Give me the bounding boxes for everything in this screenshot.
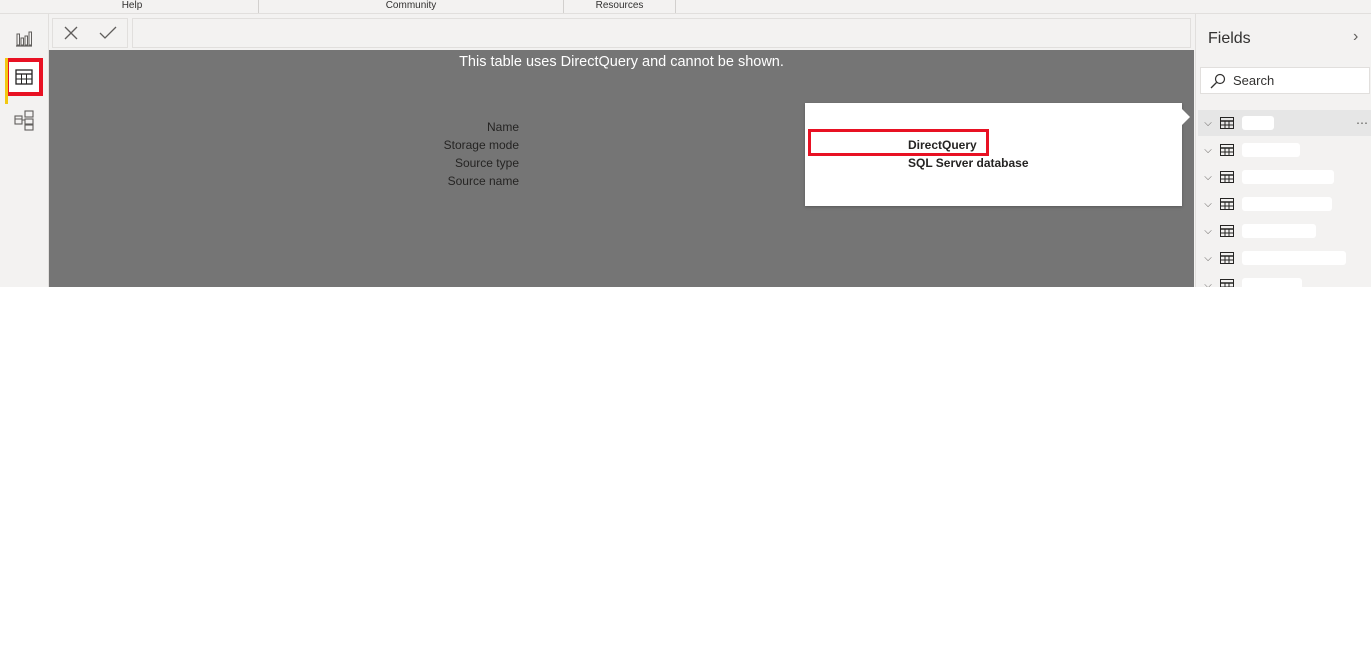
field-table-row[interactable]: ⌵ ⋯ <box>1198 110 1371 136</box>
chevron-down-icon[interactable]: ⌵ <box>1200 226 1216 237</box>
check-icon[interactable] <box>99 26 117 40</box>
ribbon-group-help: Help <box>6 0 259 13</box>
table-name <box>1242 197 1332 211</box>
table-name <box>1242 143 1300 157</box>
table-icon <box>1220 171 1234 183</box>
field-table-row[interactable]: ⌵ <box>1198 137 1371 163</box>
storage-mode-highlight <box>808 129 989 156</box>
data-view-button[interactable] <box>5 58 43 104</box>
chevron-down-icon[interactable]: ⌵ <box>1200 172 1216 183</box>
directquery-message: This table uses DirectQuery and cannot b… <box>459 54 784 70</box>
tooltip-label: Storage mode <box>443 138 519 152</box>
table-name <box>1242 278 1302 287</box>
field-table-row[interactable]: ⌵ <box>1198 218 1371 244</box>
table-icon <box>1220 279 1234 287</box>
table-icon <box>1220 225 1234 237</box>
power-bi-window: Help Community Resources This table uses… <box>0 0 1371 287</box>
field-table-row[interactable]: ⌵ <box>1198 272 1371 287</box>
formula-bar-buttons <box>52 18 128 48</box>
ribbon-group-resources: Resources <box>564 0 676 13</box>
chevron-down-icon[interactable]: ⌵ <box>1200 145 1216 156</box>
ellipsis-icon[interactable]: ⋯ <box>1356 116 1368 130</box>
table-icon <box>1220 252 1234 264</box>
fields-title: Fields <box>1208 30 1251 47</box>
table-icon <box>1220 117 1234 129</box>
tooltip-label: Name <box>486 120 519 134</box>
model-view-button[interactable] <box>5 101 43 139</box>
chevron-down-icon[interactable]: ⌵ <box>1200 118 1216 129</box>
tooltip-value: SQL Server database <box>908 156 1029 170</box>
blank-area <box>0 287 1371 648</box>
field-table-row[interactable]: ⌵ <box>1198 245 1371 271</box>
table-name <box>1242 224 1316 238</box>
report-view-button[interactable] <box>5 19 43 57</box>
chevron-right-icon[interactable]: › <box>1353 28 1358 46</box>
formula-input[interactable] <box>132 18 1191 48</box>
field-table-row[interactable]: ⌵ <box>1198 191 1371 217</box>
table-name <box>1242 116 1274 130</box>
chevron-down-icon[interactable]: ⌵ <box>1200 199 1216 210</box>
table-name <box>1242 251 1346 265</box>
view-switcher-rail <box>0 14 49 287</box>
x-icon[interactable] <box>64 26 78 40</box>
table-icon <box>1220 144 1234 156</box>
search-placeholder: Search <box>1233 73 1275 88</box>
ribbon-group-community: Community <box>259 0 564 13</box>
table-icon <box>1220 198 1234 210</box>
field-table-row[interactable]: ⌵ <box>1198 164 1371 190</box>
tooltip-label: Source name <box>447 174 519 188</box>
table-icon <box>15 69 33 85</box>
chevron-down-icon[interactable]: ⌵ <box>1200 280 1216 288</box>
bar-chart-icon <box>16 31 32 47</box>
fields-pane: Fields › Search ⌵ ⋯ ⌵ ⌵ ⌵ ⌵ ⌵ ⌵ <box>1195 14 1371 287</box>
table-name <box>1242 170 1334 184</box>
ribbon-group-labels: Help Community Resources <box>0 0 1371 14</box>
chevron-down-icon[interactable]: ⌵ <box>1200 253 1216 264</box>
tooltip-label: Source type <box>454 156 519 170</box>
fields-search-input[interactable]: Search <box>1200 67 1370 94</box>
model-icon <box>14 110 34 131</box>
search-icon <box>1210 73 1226 88</box>
